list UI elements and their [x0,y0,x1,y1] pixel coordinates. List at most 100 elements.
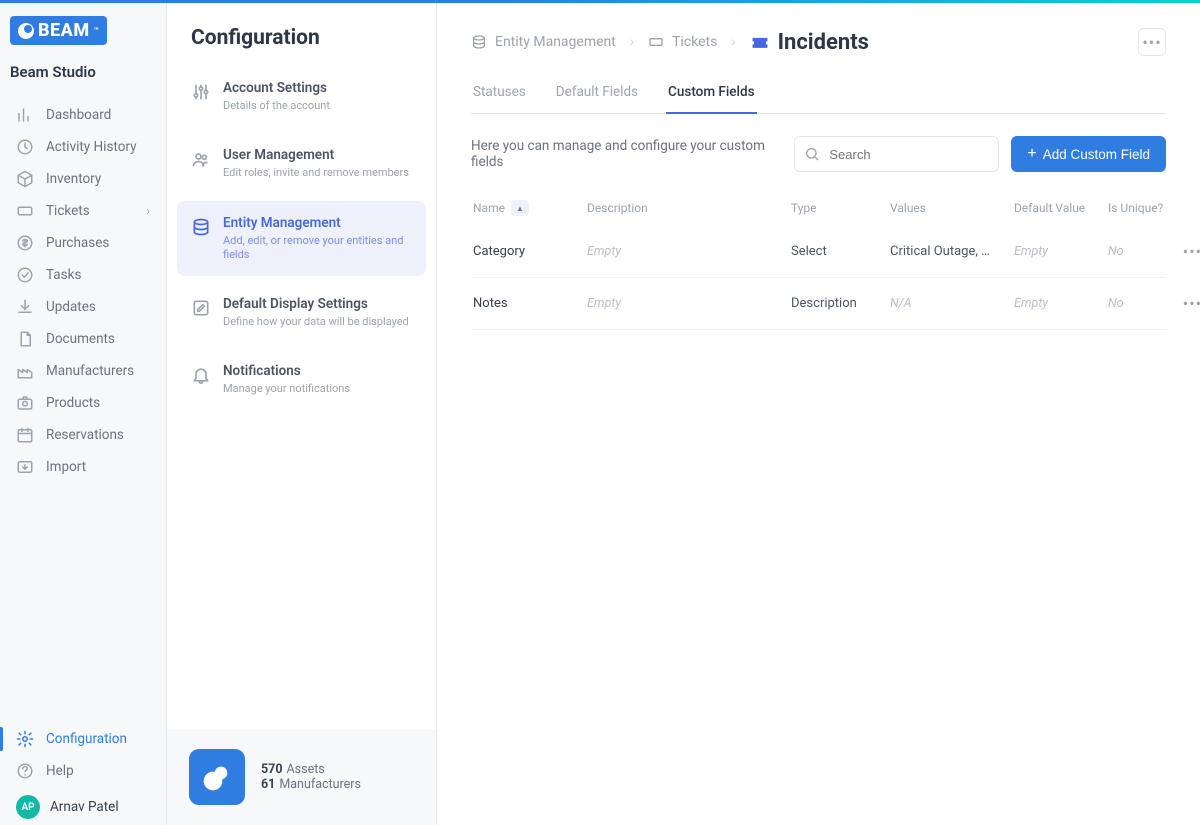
table-row[interactable]: Notes Empty Description N/A Empty No ••• [471,278,1166,330]
col-values[interactable]: Values [890,201,1010,215]
sidebar-item-updates[interactable]: Updates [0,291,166,323]
breadcrumb-separator: › [630,34,634,50]
breadcrumb-incidents: Incidents [750,30,869,55]
nav-label: Products [46,395,100,411]
mfr-count: 61 [261,777,275,792]
sidebar-item-manufacturers[interactable]: Manufacturers [0,355,166,387]
cell-name: Notes [473,296,583,311]
col-description[interactable]: Description [587,201,787,215]
logo[interactable]: BEAM™ [10,16,156,45]
sidebar-item-inventory[interactable]: Inventory [0,163,166,195]
nav-label: Configuration [46,731,127,747]
config-list: Account SettingsDetails of the accountUs… [167,62,436,729]
document-icon [16,330,34,348]
assets-count: 570 [261,762,283,777]
config-item-default-display-settings[interactable]: Default Display SettingsDefine how your … [177,282,426,343]
chart-bar-icon [16,106,34,124]
sliders-icon [191,82,211,102]
toolbar-text: Here you can manage and configure your c… [471,138,782,170]
user-menu[interactable]: AP Arnav Patel [0,787,166,825]
sidebar-item-dashboard[interactable]: Dashboard [0,99,166,131]
breadcrumb-tickets[interactable]: Tickets [648,34,717,50]
sidebar-item-products[interactable]: Products [0,387,166,419]
sort-asc-icon: ▲ [511,200,529,216]
users-icon [191,149,211,169]
sidebar-item-activity-history[interactable]: Activity History [0,131,166,163]
cell-default: Empty [1014,296,1104,311]
config-footer: 570Assets 61Manufacturers [167,729,436,825]
help-icon [16,762,34,780]
config-item-desc: Define how your data will be displayed [223,315,409,329]
config-panel: Configuration Account SettingsDetails of… [167,0,437,825]
col-unique[interactable]: Is Unique? [1108,201,1168,215]
camera-icon [16,394,34,412]
main-nav: Dashboard Activity HistoryInventoryTicket… [0,99,166,825]
add-button-label: Add Custom Field [1043,147,1150,162]
more-actions-button[interactable]: ••• [1138,28,1166,56]
tabs: Statuses Default Fields Custom Fields [471,84,1166,114]
row-more-button[interactable]: ••• [1172,294,1200,313]
row-more-button[interactable]: ••• [1172,242,1200,261]
ticket-icon [16,202,34,220]
factory-icon [16,362,34,380]
workspace-name: Beam Studio [10,63,156,81]
cell-values: N/A [890,296,1010,311]
add-custom-field-button[interactable]: +Add Custom Field [1011,136,1166,172]
col-default[interactable]: Default Value [1014,201,1104,215]
sidebar-item-tickets[interactable]: Tickets› [0,195,166,227]
clock-icon [16,138,34,156]
nav-label: Updates [46,299,96,315]
table-row[interactable]: Category Empty Select Critical Outage, …… [471,226,1166,278]
sidebar-item-tasks[interactable]: Tasks [0,259,166,291]
cell-type: Select [791,244,886,259]
cell-name: Category [473,244,583,259]
tab-custom-fields[interactable]: Custom Fields [666,84,757,114]
chevron-right-icon: › [146,204,150,218]
config-item-title: Entity Management [223,215,412,231]
sidebar-item-purchases[interactable]: Purchases [0,227,166,259]
nav-label: Dashboard [46,107,111,123]
tab-default-fields[interactable]: Default Fields [554,84,640,114]
check-circle-icon [16,266,34,284]
col-type[interactable]: Type [791,201,886,215]
sidebar-item-reservations[interactable]: Reservations [0,419,166,451]
col-name[interactable]: Name▲ [473,200,583,216]
breadcrumb: Entity Management›Tickets›Incidents ••• [471,28,1166,56]
sidebar-item-documents[interactable]: Documents [0,323,166,355]
config-item-account-settings[interactable]: Account SettingsDetails of the account [177,66,426,127]
config-item-title: Notifications [223,363,350,379]
database-icon [471,34,487,50]
toolbar: Here you can manage and configure your c… [471,136,1166,172]
config-item-user-management[interactable]: User ManagementEdit roles, invite and re… [177,133,426,194]
logo-text: BEAM [38,20,90,41]
tab-statuses[interactable]: Statuses [471,84,528,114]
cube-icon [16,170,34,188]
cell-type: Description [791,296,886,311]
breadcrumb-entity-management[interactable]: Entity Management [471,34,616,50]
config-item-entity-management[interactable]: Entity ManagementAdd, edit, or remove yo… [177,201,426,277]
avatar: AP [16,795,40,819]
nav-label: Manufacturers [46,363,134,379]
breadcrumb-label: Incidents [778,30,869,55]
nav-label: Tasks [46,267,81,283]
custom-fields-table: Name▲ Description Type Values Default Va… [471,190,1166,330]
config-item-desc: Manage your notifications [223,382,350,396]
beam-logo-icon [189,749,245,805]
database-icon [191,217,211,237]
sidebar-item-configuration[interactable]: Configuration [0,723,166,755]
bell-icon [191,365,211,385]
config-item-notifications[interactable]: Notifications Manage your notifications [177,349,426,410]
sidebar-item-help[interactable]: Help [0,755,166,787]
table-header: Name▲ Description Type Values Default Va… [471,190,1166,226]
search-input[interactable] [794,136,999,172]
edit-icon [191,298,211,318]
nav-label: Help [46,763,74,779]
main-content: Entity Management›Tickets›Incidents ••• … [437,0,1200,825]
nav-label: Reservations [46,427,124,443]
breadcrumb-label: Entity Management [495,34,616,50]
nav-label: Purchases [46,235,109,251]
cell-description: Empty [587,244,787,259]
sidebar-item-import[interactable]: Import [0,451,166,483]
nav-label: Documents [46,331,115,347]
config-title: Configuration [167,0,436,62]
